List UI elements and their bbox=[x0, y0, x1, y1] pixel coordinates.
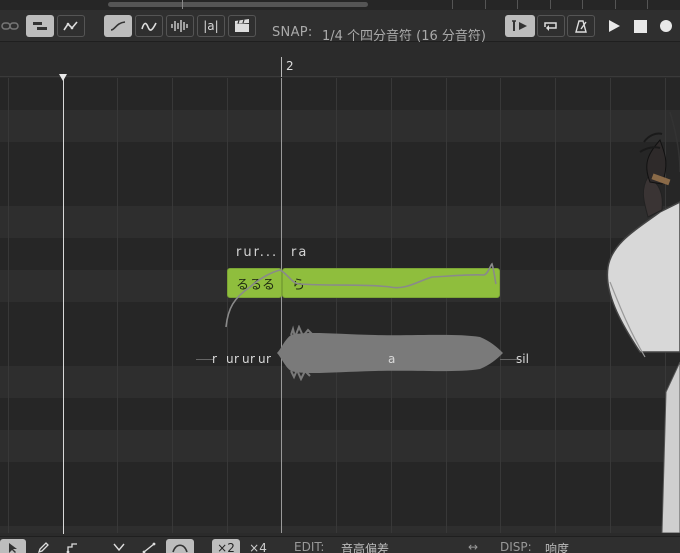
zoom-x4-button[interactable]: ×4 bbox=[244, 539, 272, 553]
toolbar: |a| SNAP: 1/4 个四分音符 (16 分音符) bbox=[0, 10, 680, 44]
disp-label: DISP: bbox=[500, 540, 532, 553]
select-icon[interactable] bbox=[0, 539, 26, 553]
swap-icon[interactable]: ↔ bbox=[468, 540, 478, 553]
overview-playhead bbox=[182, 0, 183, 9]
phoneme-label[interactable]: sil bbox=[516, 352, 529, 366]
grid-row bbox=[0, 110, 680, 142]
grid-row bbox=[0, 142, 680, 174]
waveform-icon[interactable] bbox=[166, 15, 194, 37]
pitch-pen-icon[interactable] bbox=[60, 539, 86, 553]
pitch-tool-icon[interactable] bbox=[57, 15, 85, 37]
measure-tick bbox=[281, 57, 282, 77]
grid-row bbox=[0, 78, 680, 110]
playhead-handle[interactable] bbox=[59, 74, 67, 81]
flatten-icon[interactable] bbox=[106, 539, 132, 553]
pen-icon[interactable] bbox=[30, 539, 56, 553]
overview-cells bbox=[452, 0, 680, 9]
phoneme-label[interactable]: r bbox=[234, 352, 239, 366]
note-phoneme[interactable]: ra bbox=[291, 245, 308, 260]
pitch-curve[interactable] bbox=[220, 260, 510, 335]
clapper-icon[interactable] bbox=[228, 15, 256, 37]
beat-line bbox=[8, 78, 9, 533]
phoneme-label[interactable]: u bbox=[226, 352, 234, 366]
phoneme-label[interactable]: r bbox=[212, 352, 217, 366]
play-from-cursor-icon[interactable] bbox=[505, 15, 535, 37]
curve-icon[interactable] bbox=[104, 15, 132, 37]
bottom-toolbar: ×2 ×4 EDIT: 音高偏差 ↔ DISP: 响度 bbox=[0, 536, 680, 553]
grid-row bbox=[0, 174, 680, 206]
phoneme-label[interactable]: u bbox=[242, 352, 250, 366]
edit-label: EDIT: bbox=[294, 540, 325, 553]
alias-icon[interactable]: |a| bbox=[197, 15, 225, 37]
note-phoneme[interactable]: rur... bbox=[236, 245, 278, 260]
zoom-x2-button[interactable]: ×2 bbox=[212, 539, 240, 553]
beat-line bbox=[172, 78, 173, 533]
link-icon[interactable] bbox=[0, 15, 20, 37]
record-icon[interactable] bbox=[656, 15, 676, 37]
snap-value[interactable]: 1/4 个四分音符 (16 分音符) bbox=[322, 25, 486, 44]
beat-line bbox=[117, 78, 118, 533]
measure-number: 2 bbox=[286, 59, 294, 73]
phoneme-label[interactable]: r bbox=[250, 352, 255, 366]
edit-value[interactable]: 音高偏差 bbox=[341, 540, 389, 553]
grid-row bbox=[0, 526, 680, 533]
grid-row bbox=[0, 462, 680, 494]
phoneme-label[interactable]: u bbox=[258, 352, 266, 366]
overview-strip[interactable] bbox=[0, 0, 680, 10]
vibrato-icon[interactable] bbox=[135, 15, 163, 37]
disp-value[interactable]: 响度 bbox=[545, 540, 569, 553]
horizontal-scrollbar[interactable] bbox=[108, 2, 368, 7]
grid-row bbox=[0, 494, 680, 526]
play-icon[interactable] bbox=[604, 15, 624, 37]
wave-curve-icon[interactable] bbox=[166, 539, 194, 553]
singer-portrait bbox=[606, 111, 680, 533]
grid-row bbox=[0, 430, 680, 462]
phoneme-label[interactable]: a bbox=[388, 352, 395, 366]
loop-icon[interactable] bbox=[537, 15, 565, 37]
snap-label: SNAP: bbox=[272, 25, 313, 40]
stop-icon[interactable] bbox=[630, 15, 650, 37]
playhead[interactable] bbox=[63, 74, 64, 534]
metronome-icon[interactable] bbox=[567, 15, 595, 37]
line-icon[interactable] bbox=[136, 539, 162, 553]
beat-line bbox=[555, 78, 556, 533]
notes-tool-icon[interactable] bbox=[26, 15, 54, 37]
grid-row bbox=[0, 206, 680, 238]
timeline-ruler[interactable]: 2 bbox=[0, 43, 680, 77]
phoneme-label[interactable]: r bbox=[266, 352, 271, 366]
grid-row bbox=[0, 398, 680, 430]
